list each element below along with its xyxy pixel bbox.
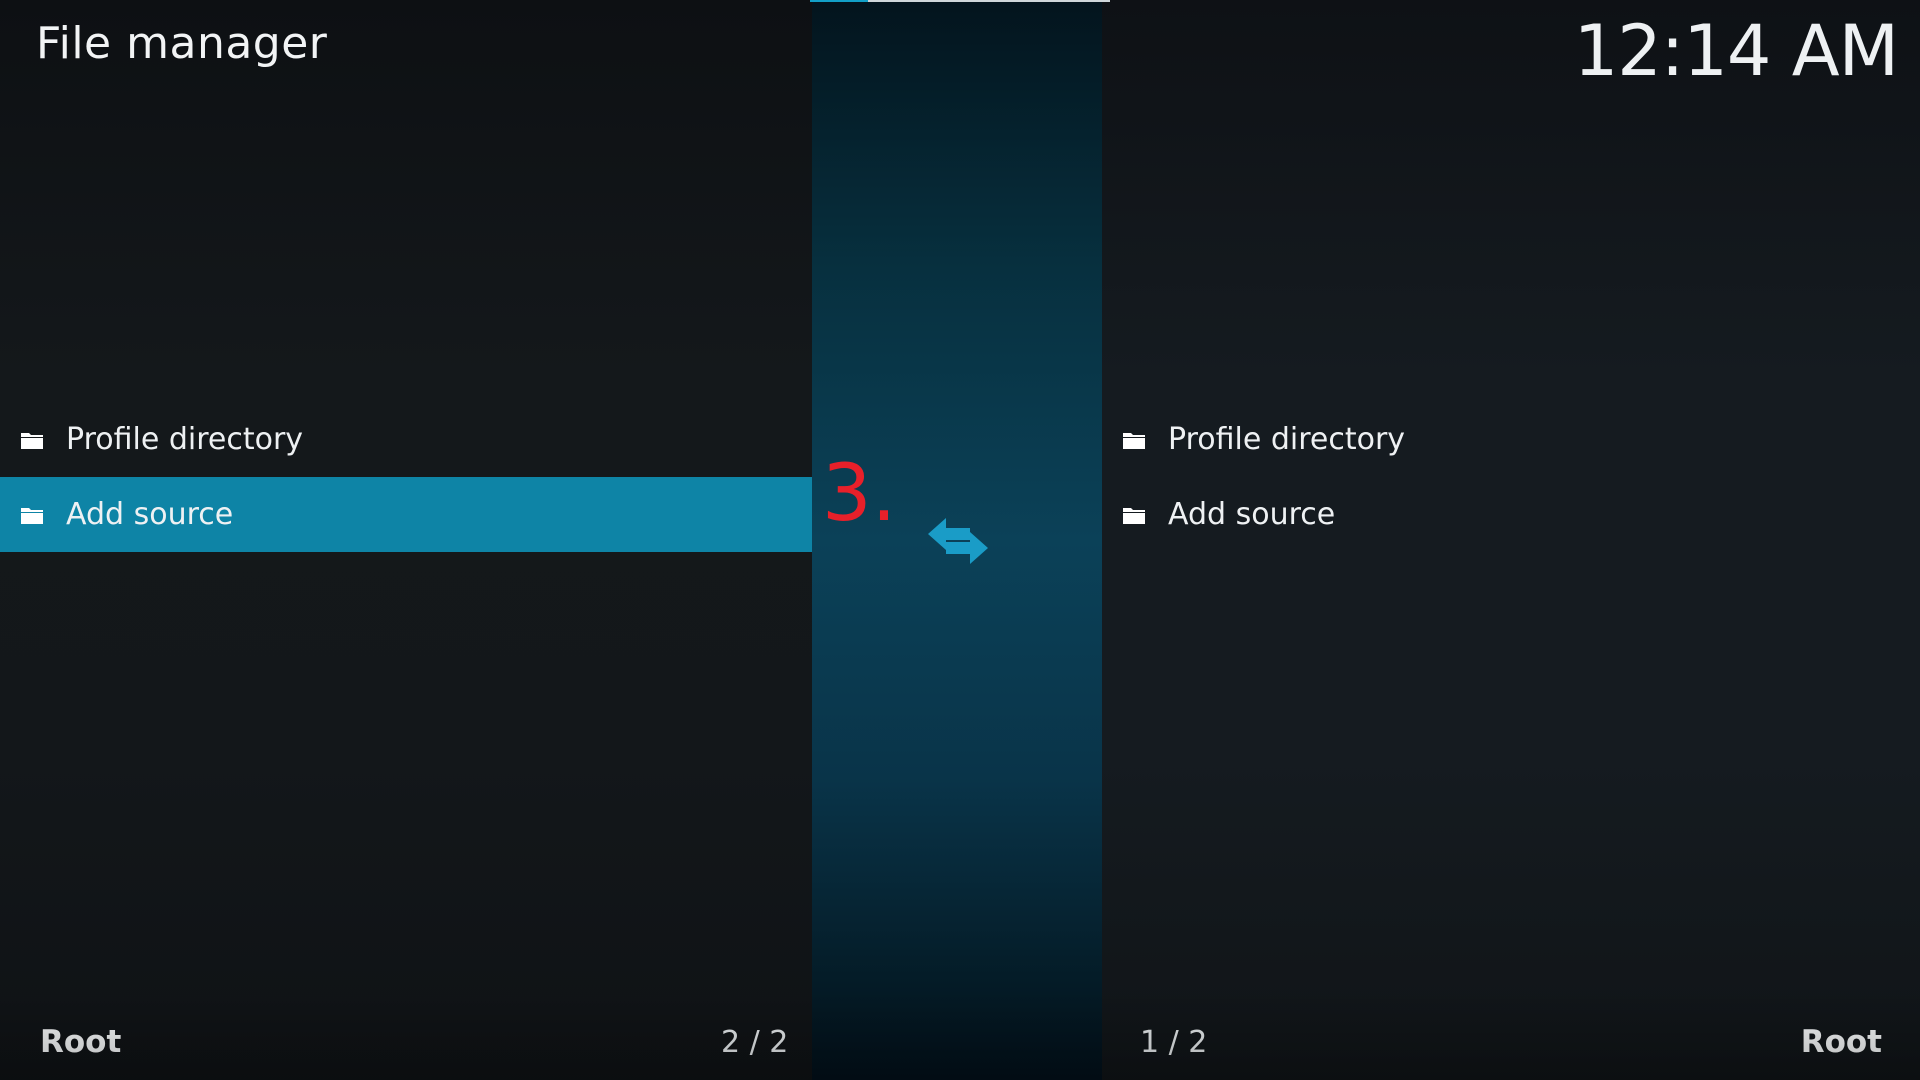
- right-footer-path: Root: [1800, 1024, 1882, 1060]
- left-file-list: Profile directory Add source: [0, 402, 812, 552]
- top-scroll-indicator-accent: [810, 0, 868, 2]
- list-item-label: Profile directory: [1168, 422, 1406, 457]
- file-manager-screen: File manager 12:14 AM Profile directory …: [0, 0, 1920, 1080]
- left-item-profile-directory[interactable]: Profile directory: [0, 402, 812, 477]
- page-title: File manager: [36, 18, 328, 69]
- right-footer-count: 1 / 2: [1140, 1025, 1208, 1060]
- left-item-add-source[interactable]: Add source: [0, 477, 812, 552]
- folder-icon: [21, 432, 43, 449]
- list-item-label: Add source: [66, 497, 234, 532]
- folder-icon: [1123, 507, 1145, 524]
- list-item-label: Add source: [1168, 497, 1336, 532]
- step-annotation: 3.: [822, 449, 897, 539]
- left-footer-count: 2 / 2: [721, 1025, 789, 1060]
- left-footer-path: Root: [40, 1024, 122, 1060]
- folder-icon: [1123, 432, 1145, 449]
- list-item-label: Profile directory: [66, 422, 304, 457]
- folder-icon: [21, 507, 43, 524]
- right-item-profile-directory[interactable]: Profile directory: [1102, 402, 1920, 477]
- clock: 12:14 AM: [1573, 10, 1899, 92]
- right-file-list: Profile directory Add source: [1102, 402, 1920, 552]
- right-item-add-source[interactable]: Add source: [1102, 477, 1920, 552]
- swap-arrows-icon[interactable]: [924, 512, 992, 570]
